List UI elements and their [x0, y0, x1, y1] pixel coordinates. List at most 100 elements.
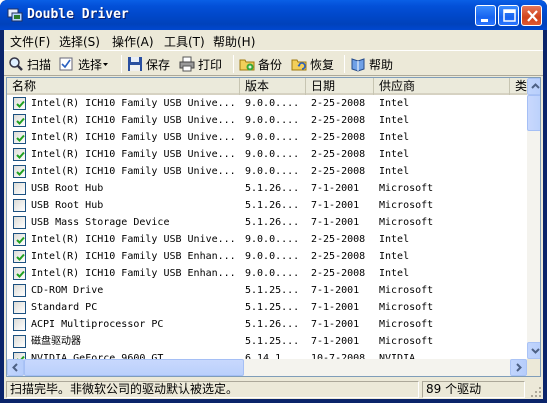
- table-row[interactable]: Intel(R) ICH10 Family USB Unive... 9.0.0.…: [7, 95, 527, 112]
- help-book-icon: [351, 58, 365, 72]
- checkmark-icon: [16, 100, 25, 108]
- checkmark-icon: [16, 253, 25, 261]
- driver-name-cell: Intel(R) ICH10 Family USB Unive...: [31, 98, 236, 109]
- title-bar[interactable]: Double Driver: [0, 0, 547, 30]
- driver-count: 89 个驱动: [422, 381, 525, 398]
- driver-name-cell: Intel(R) ICH10 Family USB Unive...: [31, 166, 236, 177]
- maximize-button[interactable]: [498, 5, 519, 26]
- driver-vendor-cell: Microsoft: [379, 217, 434, 228]
- table-row[interactable]: USB Mass Storage Device 5.1.26... 7-1-2001…: [7, 214, 527, 231]
- menu-help[interactable]: 帮助(H): [213, 33, 255, 50]
- driver-name-cell: ACPI Multiprocessor PC: [31, 319, 164, 330]
- column-header-date[interactable]: 日期: [306, 78, 374, 95]
- toolbar: 扫描 选择 保存 打印 备份 恢复 帮助: [4, 50, 543, 76]
- menu-file[interactable]: 文件(F): [10, 33, 50, 50]
- driver-name-cell: Intel(R) ICH10 Family USB Unive...: [31, 234, 236, 245]
- scroll-right-button[interactable]: [510, 359, 527, 376]
- help-button[interactable]: 帮助: [350, 54, 393, 74]
- minimize-button[interactable]: [475, 5, 496, 26]
- toolbar-separator: [344, 55, 345, 73]
- row-checkbox[interactable]: [13, 267, 26, 280]
- row-checkbox[interactable]: [13, 250, 26, 263]
- row-checkbox[interactable]: [13, 114, 26, 127]
- row-checkbox[interactable]: [13, 165, 26, 178]
- row-checkbox[interactable]: [13, 335, 26, 348]
- row-checkbox[interactable]: [13, 131, 26, 144]
- driver-version-cell: 9.0.0....: [245, 98, 300, 109]
- driver-version-cell: 5.1.25...: [245, 285, 300, 296]
- table-row[interactable]: Intel(R) ICH10 Family USB Enhan... 9.0.0.…: [7, 265, 527, 282]
- column-header-vendor[interactable]: 供应商: [374, 78, 510, 95]
- driver-date-cell: 2-25-2008: [311, 234, 366, 245]
- checkmark-icon: [16, 168, 25, 176]
- driver-vendor-cell: Intel: [379, 98, 410, 109]
- table-row[interactable]: Intel(R) ICH10 Family USB Enhan... 9.0.0.…: [7, 248, 527, 265]
- driver-vendor-cell: Intel: [379, 132, 410, 143]
- row-checkbox[interactable]: [13, 216, 26, 229]
- restore-button[interactable]: 恢复: [291, 54, 334, 74]
- driver-date-cell: 7-1-2001: [311, 217, 360, 228]
- table-row[interactable]: USB Root Hub 5.1.26... 7-1-2001 Microsoft: [7, 197, 527, 214]
- menu-tools[interactable]: 工具(T): [164, 33, 205, 50]
- row-checkbox[interactable]: [13, 97, 26, 110]
- maximize-icon: [503, 9, 516, 22]
- select-button[interactable]: 选择: [59, 54, 113, 74]
- menu-action[interactable]: 操作(A): [112, 33, 154, 50]
- table-row[interactable]: Standard PC 5.1.25... 7-1-2001 Microsoft: [7, 299, 527, 316]
- resize-grip-icon[interactable]: [528, 384, 542, 398]
- driver-vendor-cell: Intel: [379, 234, 410, 245]
- horizontal-scroll-thumb[interactable]: [24, 359, 244, 376]
- row-checkbox[interactable]: [13, 318, 26, 331]
- driver-date-cell: 2-25-2008: [311, 251, 366, 262]
- horizontal-scrollbar[interactable]: [7, 359, 527, 376]
- row-checkbox[interactable]: [13, 182, 26, 195]
- driver-list[interactable]: 名称 版本 日期 供应商 类 Intel(R) ICH10 Family USB…: [6, 77, 541, 377]
- driver-vendor-cell: Intel: [379, 115, 410, 126]
- backup-button[interactable]: 备份: [239, 54, 282, 74]
- scroll-left-button[interactable]: [7, 359, 24, 376]
- row-checkbox[interactable]: [13, 284, 26, 297]
- vertical-scroll-thumb[interactable]: [527, 95, 540, 131]
- table-row[interactable]: CD-ROM Drive 5.1.25... 7-1-2001 Microsoft: [7, 282, 527, 299]
- driver-date-cell: 7-1-2001: [311, 319, 360, 330]
- status-message: 扫描完毕。非微软公司的驱动默认被选定。: [6, 381, 419, 398]
- menu-select[interactable]: 选择(S): [59, 33, 100, 50]
- table-row[interactable]: 磁盘驱动器 5.1.25... 7-1-2001 Microsoft: [7, 333, 527, 350]
- driver-date-cell: 2-25-2008: [311, 268, 366, 279]
- table-row[interactable]: Intel(R) ICH10 Family USB Unive... 9.0.0.…: [7, 231, 527, 248]
- row-checkbox[interactable]: [13, 199, 26, 212]
- table-row[interactable]: Intel(R) ICH10 Family USB Unive... 9.0.0.…: [7, 129, 527, 146]
- table-row[interactable]: USB Root Hub 5.1.26... 7-1-2001 Microsoft: [7, 180, 527, 197]
- row-checkbox[interactable]: [13, 148, 26, 161]
- table-row[interactable]: ACPI Multiprocessor PC 5.1.26... 7-1-2001 M…: [7, 316, 527, 333]
- row-checkbox[interactable]: [13, 233, 26, 246]
- driver-name-cell: Intel(R) ICH10 Family USB Enhan...: [31, 268, 236, 279]
- driver-name-cell: 磁盘驱动器: [31, 336, 81, 347]
- print-button[interactable]: 打印: [179, 54, 222, 74]
- driver-date-cell: 7-1-2001: [311, 336, 360, 347]
- driver-date-cell: 2-25-2008: [311, 166, 366, 177]
- close-button[interactable]: [521, 5, 542, 26]
- checkmark-icon: [16, 270, 25, 278]
- table-row[interactable]: Intel(R) ICH10 Family USB Unive... 9.0.0.…: [7, 163, 527, 180]
- scroll-corner: [527, 359, 540, 376]
- vertical-scrollbar[interactable]: [527, 78, 540, 359]
- checkmark-icon: [16, 151, 25, 159]
- scan-button[interactable]: 扫描: [8, 54, 51, 74]
- scroll-up-button[interactable]: [527, 78, 540, 95]
- app-icon: [7, 8, 23, 22]
- arrow-left-icon: [12, 363, 18, 372]
- save-label: 保存: [146, 57, 171, 72]
- row-checkbox[interactable]: [13, 301, 26, 314]
- column-header-name[interactable]: 名称: [7, 78, 240, 95]
- scroll-down-button[interactable]: [527, 342, 540, 359]
- arrow-right-icon: [516, 363, 522, 372]
- toolbar-separator: [233, 55, 234, 73]
- save-button[interactable]: 保存: [127, 54, 170, 74]
- column-header-version[interactable]: 版本: [240, 78, 306, 95]
- driver-date-cell: 2-25-2008: [311, 132, 366, 143]
- magnifier-icon: [9, 57, 23, 71]
- table-row[interactable]: Intel(R) ICH10 Family USB Unive... 9.0.0.…: [7, 146, 527, 163]
- minimize-icon: [481, 19, 488, 22]
- table-row[interactable]: Intel(R) ICH10 Family USB Unive... 9.0.0.…: [7, 112, 527, 129]
